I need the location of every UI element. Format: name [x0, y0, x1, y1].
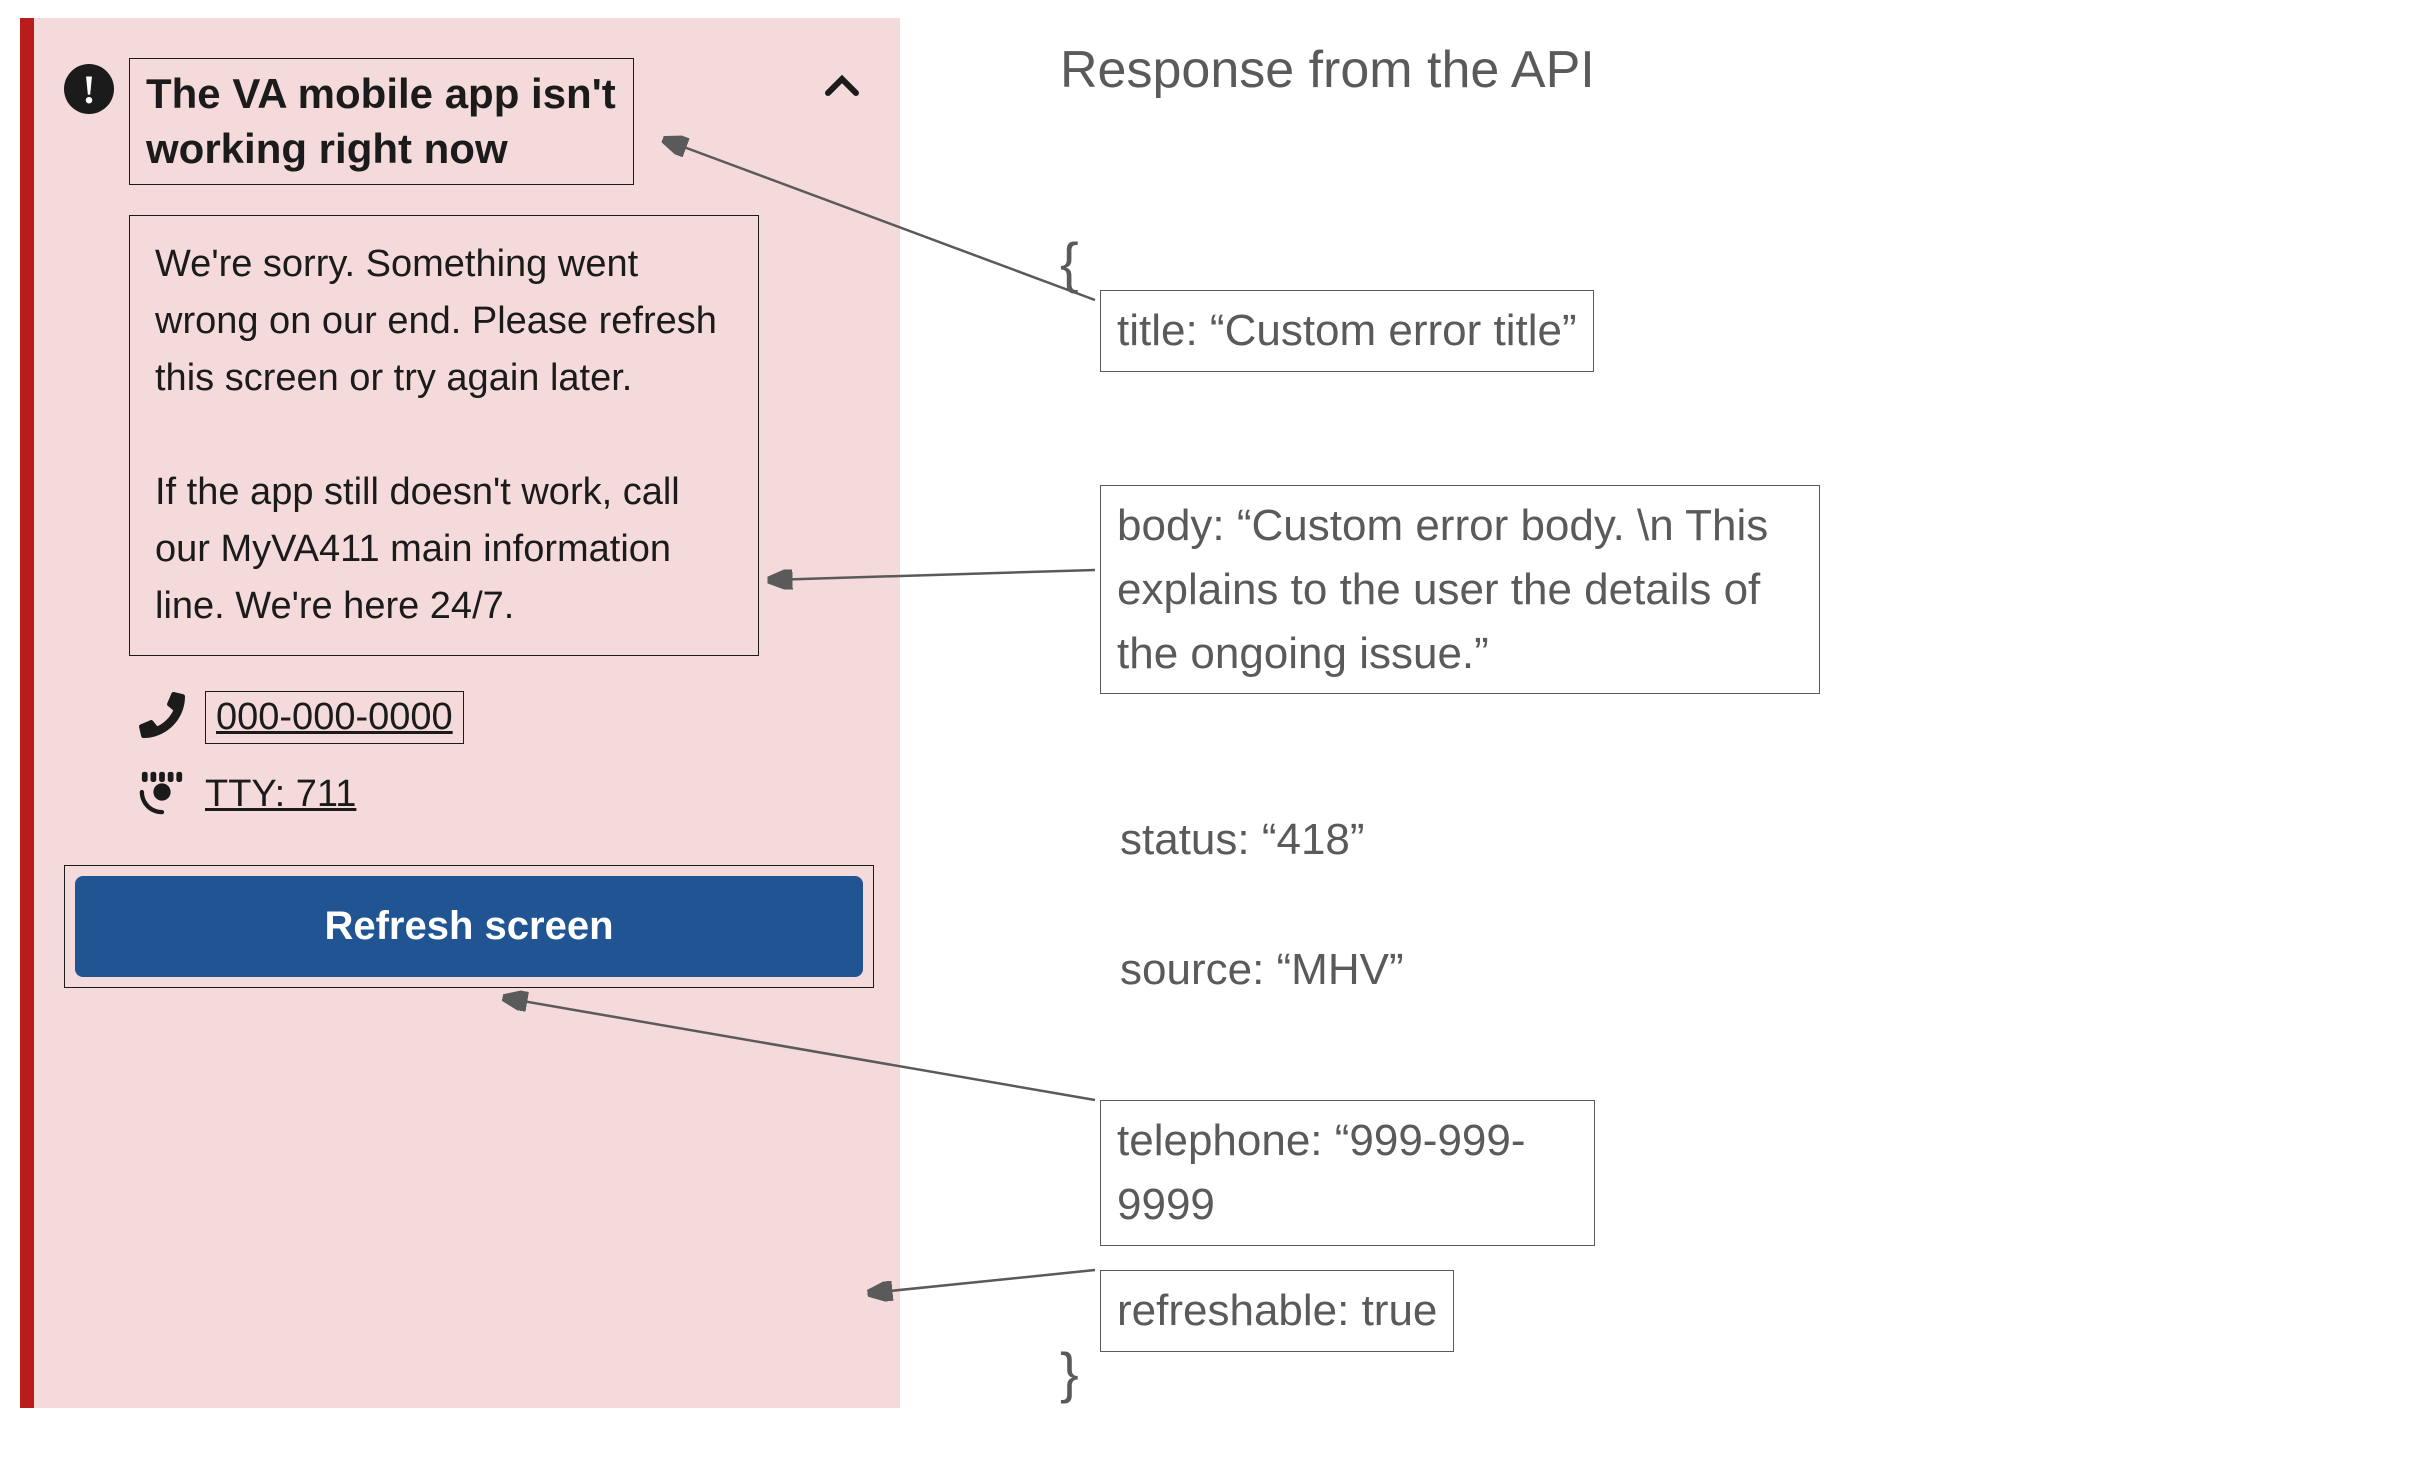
- api-body-text: body: “Custom error body. \n This explai…: [1117, 494, 1803, 685]
- phone-icon: [139, 692, 185, 743]
- api-telephone-box: telephone: “999-999-9999: [1100, 1100, 1595, 1246]
- api-body-box: body: “Custom error body. \n This explai…: [1100, 485, 1820, 694]
- api-response-annotation: Response from the API { title: “Custom e…: [1060, 40, 1595, 155]
- alert-header: ! The VA mobile app isn't working right …: [64, 58, 870, 185]
- refresh-button-box: Refresh screen: [64, 865, 874, 988]
- alert-icon-wrapper: !: [64, 64, 114, 114]
- alert-title-box: The VA mobile app isn't working right no…: [129, 58, 634, 185]
- api-status-row: status: “418”: [1060, 815, 1365, 865]
- api-refreshable-box: refreshable: true: [1100, 1270, 1454, 1352]
- api-source-row: source: “MHV”: [1060, 945, 1404, 995]
- phone-link[interactable]: 000-000-0000: [216, 696, 453, 738]
- api-title-row: title: “Custom error title”: [1060, 290, 1594, 372]
- collapse-toggle[interactable]: [824, 73, 860, 102]
- alert-body-text: We're sorry. Something went wrong on our…: [155, 236, 733, 635]
- api-telephone-row: telephone: “999-999-9999: [1060, 1100, 1595, 1246]
- alert-title: The VA mobile app isn't working right no…: [146, 67, 617, 176]
- brace-close: }: [1060, 1340, 1079, 1405]
- api-title-text: title: “Custom error title”: [1117, 299, 1577, 363]
- api-status-text: status: “418”: [1120, 815, 1365, 865]
- api-refreshable-row: refreshable: true: [1060, 1270, 1454, 1352]
- phone-number-box: 000-000-0000: [205, 691, 464, 744]
- brace-open: {: [1060, 230, 1079, 295]
- api-telephone-text: telephone: “999-999-9999: [1117, 1109, 1578, 1237]
- api-title-box: title: “Custom error title”: [1100, 290, 1594, 372]
- api-source-text: source: “MHV”: [1120, 945, 1404, 995]
- refresh-button[interactable]: Refresh screen: [75, 876, 863, 977]
- tty-row: TTY: 711: [139, 769, 870, 820]
- exclamation-icon: !: [64, 64, 114, 114]
- tty-link[interactable]: TTY: 711: [205, 773, 356, 816]
- api-body-row: body: “Custom error body. \n This explai…: [1060, 485, 1820, 694]
- alert-body-box: We're sorry. Something went wrong on our…: [129, 215, 759, 656]
- error-alert-card: ! The VA mobile app isn't working right …: [20, 18, 900, 1408]
- api-heading: Response from the API: [1060, 40, 1595, 100]
- tty-icon: [139, 769, 185, 820]
- api-refreshable-text: refreshable: true: [1117, 1279, 1437, 1343]
- chevron-up-icon: [824, 73, 860, 97]
- phone-row: 000-000-0000: [139, 691, 870, 744]
